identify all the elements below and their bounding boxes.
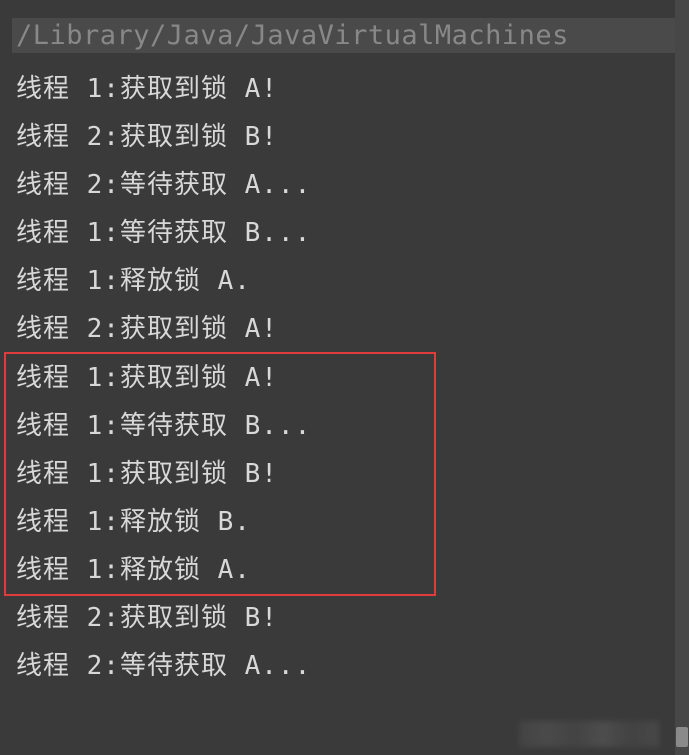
console-output: /Library/Java/JavaVirtualMachines 线程 1:获… [0, 0, 689, 700]
log-line: 线程 2:等待获取 A... [12, 642, 679, 690]
log-lines-container: 线程 1:获取到锁 A!线程 2:获取到锁 B!线程 2:等待获取 A...线程… [12, 65, 679, 690]
scrollbar-thumb[interactable] [676, 727, 688, 747]
log-line: 线程 2:获取到锁 B! [12, 594, 679, 642]
scrollbar-track[interactable] [675, 0, 689, 755]
log-line: 线程 1:释放锁 B. [12, 498, 679, 546]
log-line: 线程 1:等待获取 B... [12, 209, 679, 257]
blurred-region [519, 721, 659, 747]
execution-path: /Library/Java/JavaVirtualMachines [12, 18, 679, 53]
log-line: 线程 1:获取到锁 B! [12, 450, 679, 498]
log-line: 线程 2:等待获取 A... [12, 161, 679, 209]
log-line: 线程 2:获取到锁 B! [12, 113, 679, 161]
log-line: 线程 1:等待获取 B... [12, 402, 679, 450]
log-line: 线程 1:获取到锁 A! [12, 354, 679, 402]
log-line: 线程 2:获取到锁 A! [12, 305, 679, 353]
log-line: 线程 1:释放锁 A. [12, 546, 679, 594]
log-line: 线程 1:获取到锁 A! [12, 65, 679, 113]
log-line: 线程 1:释放锁 A. [12, 257, 679, 305]
